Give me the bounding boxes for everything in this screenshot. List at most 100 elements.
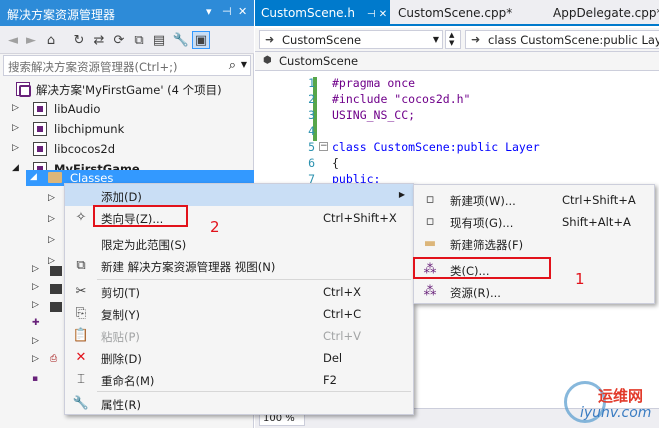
properties-wrench-icon[interactable]: 🔧 xyxy=(172,31,190,49)
new-item-icon: ▫ xyxy=(425,191,435,207)
show-all-files-icon[interactable]: ▤ xyxy=(150,31,168,49)
folder-icon xyxy=(50,266,62,276)
code-line: class CustomScene:public Layer xyxy=(332,140,540,154)
watermark-logo: 运维网 iyunv.com xyxy=(560,378,659,428)
menu-item-properties[interactable]: 🔧 属性(R) xyxy=(65,392,413,414)
breadcrumb: ⬢ CustomScene xyxy=(255,52,659,71)
submenu-item-new-filter[interactable]: ▬ 新建筛选器(F) xyxy=(414,232,654,254)
close-icon[interactable]: ✕ xyxy=(238,5,247,18)
panel-dropdown-icon[interactable]: ▾ xyxy=(206,5,212,18)
sync-icon[interactable]: ↻ xyxy=(70,31,88,49)
expand-arrow-icon[interactable]: ▷ xyxy=(48,193,55,203)
navigation-bar: ➜ CustomScene ▼ ▲ ▼ ➜ class CustomScene:… xyxy=(255,28,659,52)
menu-item-copy[interactable]: ⎘ 复制(Y) Ctrl+C xyxy=(65,302,413,324)
chevron-down-icon[interactable]: ▼ xyxy=(433,35,439,44)
solution-icon xyxy=(16,82,31,97)
menu-item-rename[interactable]: ⌶ 重命名(M) F2 xyxy=(65,368,413,390)
tab-customscene-h[interactable]: CustomScene.h ⊣ ✕ xyxy=(255,0,390,24)
split-stepper[interactable]: ▲ ▼ xyxy=(445,30,461,49)
tree-item-libchipmunk[interactable]: ▷ libchipmunk xyxy=(0,118,254,140)
menu-item-delete[interactable]: ✕ 删除(D) Del xyxy=(65,346,413,368)
home-icon[interactable]: ⌂ xyxy=(42,31,60,49)
solution-explorer-title-bar: 解决方案资源管理器 ▾ ⊣ ✕ xyxy=(0,0,254,26)
expand-arrow-icon[interactable]: ▷ xyxy=(12,143,19,153)
folder-icon xyxy=(50,284,62,294)
pending-changes-icon[interactable]: ⇄ xyxy=(90,31,108,49)
project-icon xyxy=(33,142,47,156)
chevron-down-icon[interactable]: ▼ xyxy=(449,39,454,47)
submenu-item-new-item[interactable]: ▫ 新建项(W)... Ctrl+Shift+A xyxy=(414,188,654,210)
wrench-icon: 🔧 xyxy=(72,395,90,411)
refresh-icon[interactable]: ⟳ xyxy=(110,31,128,49)
chevron-down-icon[interactable]: ▼ xyxy=(241,60,247,69)
submenu-item-existing-item[interactable]: ▫ 现有项(G)... Shift+Alt+A xyxy=(414,210,654,232)
collapse-arrow-icon[interactable]: ◢ xyxy=(12,163,19,173)
class-icon: ➜ xyxy=(265,33,275,46)
back-icon[interactable]: ◄ xyxy=(4,31,22,49)
expand-arrow-icon[interactable]: ▷ xyxy=(48,256,55,266)
submenu-arrow-icon: ▶ xyxy=(398,190,405,199)
document-tabs: CustomScene.h ⊣ ✕ CustomScene.cpp* AppDe… xyxy=(255,0,659,26)
expand-arrow-icon[interactable]: ▷ xyxy=(32,282,39,292)
scope-combo[interactable]: ➜ CustomScene ▼ xyxy=(259,30,443,49)
expand-arrow-icon[interactable]: ▷ xyxy=(12,103,19,113)
expand-arrow-icon[interactable]: ▷ xyxy=(32,354,39,364)
annotation-number-1: 1 xyxy=(575,270,585,288)
copy-icon: ⎘ xyxy=(75,305,87,321)
project-icon xyxy=(33,122,47,136)
expand-arrow-icon[interactable]: ▷ xyxy=(48,235,55,245)
watermark-text-en: iyunv.com xyxy=(580,405,652,421)
annotation-box-class-wizard xyxy=(93,205,188,227)
member-combo[interactable]: ➜ class CustomScene:public Lay xyxy=(465,30,659,49)
submenu-item-resource[interactable]: ⁂ 资源(R)... xyxy=(414,280,654,302)
expand-arrow-icon[interactable]: ▷ xyxy=(32,336,39,346)
expand-arrow-icon[interactable]: ▷ xyxy=(48,214,55,224)
scissors-icon: ✂ xyxy=(75,283,87,299)
preview-icon[interactable]: ▣ xyxy=(192,31,210,49)
expand-arrow-icon[interactable]: ▷ xyxy=(32,264,39,274)
code-line: { xyxy=(332,156,339,170)
chevron-up-icon[interactable]: ▲ xyxy=(449,31,454,39)
collapse-all-icon[interactable]: ⧉ xyxy=(130,31,148,49)
search-icon[interactable]: ⌕ xyxy=(229,58,236,73)
class-icon: ➜ xyxy=(471,33,481,46)
forward-icon[interactable]: ► xyxy=(22,31,40,49)
menu-item-scope-to-this[interactable]: 限定为此范围(S) xyxy=(65,232,413,254)
search-input[interactable]: 搜索解决方案资源管理器(Ctrl+;) xyxy=(8,59,177,75)
fold-toggle-icon[interactable]: − xyxy=(319,142,328,151)
folder-icon xyxy=(50,302,62,312)
solution-explorer-toolbar: ◄ ► ⌂ ↻ ⇄ ⟳ ⧉ ▤ 🔧 ▣ xyxy=(0,26,254,54)
rename-icon: ⌶ xyxy=(77,371,85,387)
expand-arrow-icon[interactable]: ▷ xyxy=(32,300,39,310)
solution-explorer-title: 解决方案资源管理器 xyxy=(7,8,116,22)
new-filter-icon: ▬ xyxy=(423,235,437,251)
tree-item-libaudio[interactable]: ▷ libAudio xyxy=(0,98,254,120)
menu-item-paste[interactable]: 📋 粘贴(P) Ctrl+V xyxy=(65,324,413,346)
annotation-number-2: 2 xyxy=(210,218,220,236)
paste-icon: 📋 xyxy=(72,327,90,343)
tab-appdelegate-cpp[interactable]: AppDelegate.cpp* xyxy=(547,0,659,24)
delete-icon: ✕ xyxy=(75,349,87,365)
code-line: #include "cocos2d.h" xyxy=(332,92,471,106)
menu-item-add[interactable]: 添加(D) ▶ xyxy=(65,184,413,206)
code-line: USING_NS_CC; xyxy=(332,108,416,122)
tree-item-solution[interactable]: 解决方案'MyFirstGame' (4 个项目) xyxy=(0,78,254,100)
tree-item-libcocos2d[interactable]: ▷ libcocos2d xyxy=(0,138,254,160)
resource-file-icon: ⎙ xyxy=(50,354,58,364)
collapse-arrow-icon[interactable]: ◢ xyxy=(30,172,37,182)
menu-item-new-view[interactable]: ⧉ 新建 解决方案资源管理器 视图(N) xyxy=(65,254,413,276)
existing-item-icon: ▫ xyxy=(425,213,435,229)
class-wizard-icon: ✧ xyxy=(75,209,87,225)
class-icon: ⬢ xyxy=(263,55,272,66)
tab-customscene-cpp[interactable]: CustomScene.cpp* xyxy=(392,0,518,24)
solution-explorer-search[interactable]: 搜索解决方案资源管理器(Ctrl+;) ⌕ ▼ xyxy=(3,55,251,76)
folder-icon xyxy=(48,172,62,183)
expand-arrow-icon[interactable]: ▷ xyxy=(12,123,19,133)
tab-pin-close-icon[interactable]: ⊣ ✕ xyxy=(367,9,387,20)
new-view-icon: ⧉ xyxy=(76,257,86,273)
menu-item-cut[interactable]: ✂ 剪切(T) Ctrl+X xyxy=(65,280,413,302)
resource-icon: ⁂ xyxy=(423,283,437,299)
pin-icon[interactable]: ⊣ xyxy=(222,5,232,18)
code-line: #pragma once xyxy=(332,76,416,90)
add-submenu: ▫ 新建项(W)... Ctrl+Shift+A ▫ 现有项(G)... Shi… xyxy=(413,184,655,304)
